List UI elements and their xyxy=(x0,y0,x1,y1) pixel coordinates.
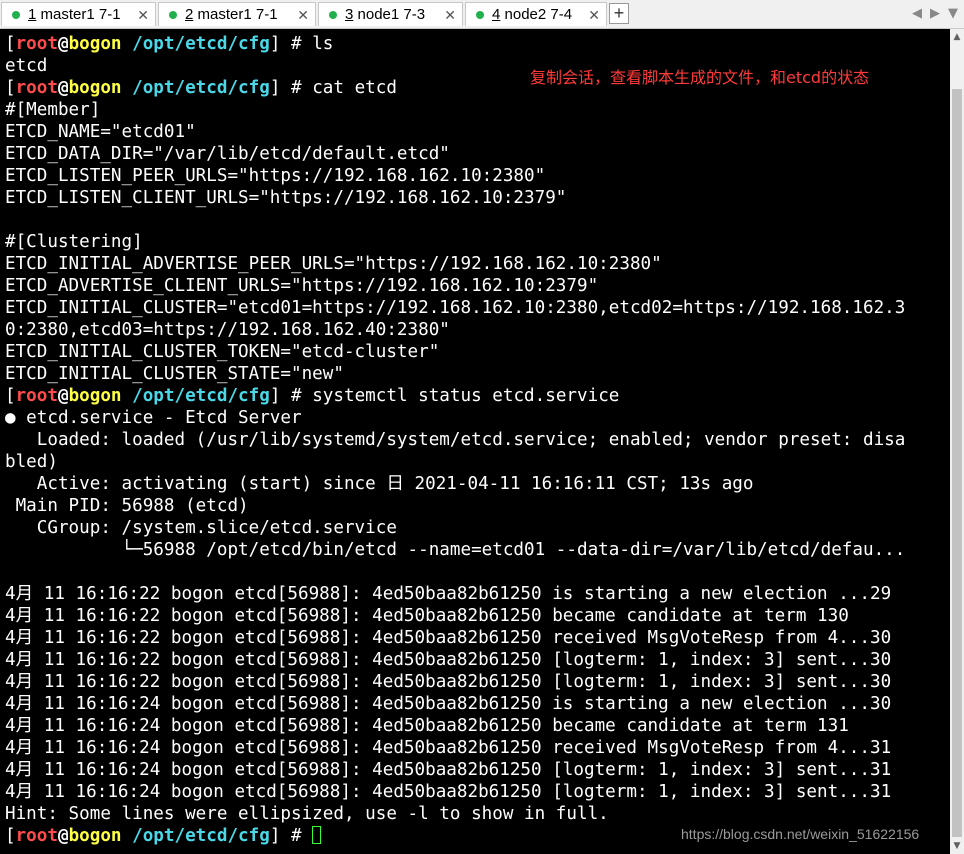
output-line: ETCD_INITIAL_CLUSTER_STATE="new" xyxy=(5,364,344,384)
close-icon[interactable]: ✕ xyxy=(588,3,600,27)
output-line: ETCD_DATA_DIR="/var/lib/etcd/default.etc… xyxy=(5,144,450,164)
annotation-note: 复制会话，查看脚本生成的文件，和etcd的状态 xyxy=(530,68,870,87)
session-status-icon xyxy=(329,11,337,19)
log-line: 4月 11 16:16:22 bogon etcd[56988]: 4ed50b… xyxy=(5,672,892,692)
prompt-line: [root@bogon /opt/etcd/cfg] # ls xyxy=(5,34,334,54)
log-line: 4月 11 16:16:22 bogon etcd[56988]: 4ed50b… xyxy=(5,628,892,648)
status-line: Main PID: 56988 (etcd) xyxy=(5,496,249,516)
scroll-down-icon[interactable]: ▼ xyxy=(950,838,964,854)
scroll-tabs-right-icon[interactable]: ▶ xyxy=(930,2,940,26)
tab-label: master1 7-1 xyxy=(193,6,278,23)
close-icon[interactable]: ✕ xyxy=(444,3,456,27)
output-line: ETCD_INITIAL_CLUSTER_TOKEN="etcd-cluster… xyxy=(5,342,440,362)
output-line: ETCD_ADVERTISE_CLIENT_URLS="https://192.… xyxy=(5,276,599,296)
log-line: 4月 11 16:16:24 bogon etcd[56988]: 4ed50b… xyxy=(5,760,892,780)
add-tab-button[interactable]: + xyxy=(609,3,629,24)
output-line: ETCD_LISTEN_CLIENT_URLS="https://192.168… xyxy=(5,188,567,208)
log-line: 4月 11 16:16:24 bogon etcd[56988]: 4ed50b… xyxy=(5,738,892,758)
tab-label: master1 7-1 xyxy=(36,6,121,23)
tab-4[interactable]: 4 node2 7-4 ✕ xyxy=(465,2,607,26)
vertical-scrollbar[interactable]: ▲ ▼ xyxy=(950,29,964,854)
status-line: bled) xyxy=(5,452,58,472)
status-line: ● etcd.service - Etcd Server xyxy=(5,408,302,428)
prompt-line: [root@bogon /opt/etcd/cfg] # systemctl s… xyxy=(5,386,620,406)
watermark: https://blog.csdn.net/weixin_51622156 xyxy=(681,826,920,842)
session-status-icon xyxy=(12,11,20,19)
output-line: ETCD_INITIAL_ADVERTISE_PEER_URLS="https:… xyxy=(5,254,662,274)
tab-3[interactable]: 3 node1 7-3 ✕ xyxy=(318,2,463,26)
status-line: CGroup: /system.slice/etcd.service xyxy=(5,518,397,538)
log-line: 4月 11 16:16:22 bogon etcd[56988]: 4ed50b… xyxy=(5,606,849,626)
command: cat etcd xyxy=(312,78,397,98)
output-line: #[Member] xyxy=(5,100,101,120)
hint-line: Hint: Some lines were ellipsized, use -l… xyxy=(5,804,609,824)
output-line: ETCD_INITIAL_CLUSTER="etcd01=https://192… xyxy=(5,298,906,318)
output-line: ETCD_NAME="etcd01" xyxy=(5,122,196,142)
status-line xyxy=(5,561,950,583)
command: ls xyxy=(312,34,334,54)
tab-label: node1 7-3 xyxy=(353,6,426,23)
status-line: └─56988 /opt/etcd/bin/etcd --name=etcd01… xyxy=(5,540,906,560)
status-line: Loaded: loaded (/usr/lib/systemd/system/… xyxy=(5,430,906,450)
output-line: ETCD_LISTEN_PEER_URLS="https://192.168.1… xyxy=(5,166,546,186)
scrollbar-thumb[interactable] xyxy=(952,89,962,837)
terminal-output[interactable]: [root@bogon /opt/etcd/cfg] # ls etcd [ro… xyxy=(0,29,950,854)
session-status-icon xyxy=(476,11,484,19)
tab-bar: 1 master1 7-1 ✕ 2 master1 7-1 ✕ 3 node1 … xyxy=(0,0,964,29)
output-line: 0:2380,etcd03=https://192.168.162.40:238… xyxy=(5,320,450,340)
scroll-up-icon[interactable]: ▲ xyxy=(950,29,964,45)
log-line: 4月 11 16:16:24 bogon etcd[56988]: 4ed50b… xyxy=(5,694,892,714)
tab-menu-icon[interactable]: ▼ xyxy=(948,2,958,26)
output-line: #[Clustering] xyxy=(5,232,143,252)
log-line: 4月 11 16:16:24 bogon etcd[56988]: 4ed50b… xyxy=(5,716,849,736)
status-line: Active: activating (start) since 日 2021-… xyxy=(5,474,754,494)
close-icon[interactable]: ✕ xyxy=(297,3,309,27)
tab-1[interactable]: 1 master1 7-1 ✕ xyxy=(1,2,156,26)
session-status-icon xyxy=(169,11,177,19)
terminal-cursor[interactable] xyxy=(312,826,322,844)
log-line: 4月 11 16:16:22 bogon etcd[56988]: 4ed50b… xyxy=(5,584,892,604)
tab-2[interactable]: 2 master1 7-1 ✕ xyxy=(158,2,316,26)
command: systemctl status etcd.service xyxy=(312,386,620,406)
log-line: 4月 11 16:16:22 bogon etcd[56988]: 4ed50b… xyxy=(5,650,892,670)
scroll-tabs-left-icon[interactable]: ◀ xyxy=(912,2,922,26)
log-line: 4月 11 16:16:24 bogon etcd[56988]: 4ed50b… xyxy=(5,782,892,802)
tab-label: node2 7-4 xyxy=(500,6,573,23)
close-icon[interactable]: ✕ xyxy=(137,3,149,27)
